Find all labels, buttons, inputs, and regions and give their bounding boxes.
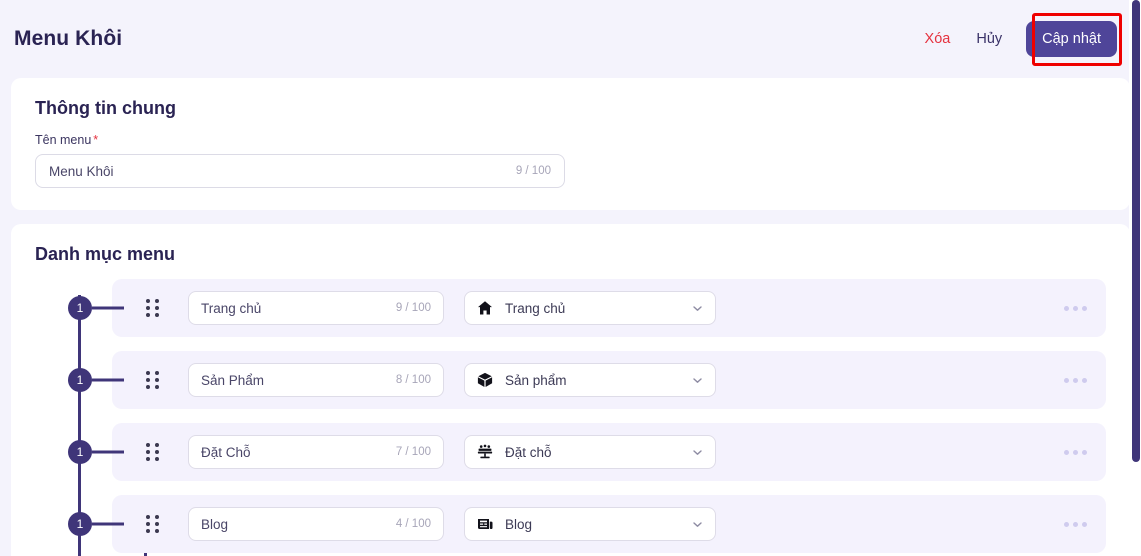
page-title: Menu Khôi [14, 27, 123, 50]
menu-row-name-counter: 8 / 100 [395, 374, 431, 386]
newspaper-icon [476, 516, 493, 533]
menu-row-name-value: Đặt Chỗ [201, 444, 251, 460]
menu-row-name-input[interactable]: Blog 4 / 100 [188, 507, 444, 541]
menu-row-name-counter: 7 / 100 [395, 446, 431, 458]
cube-icon [476, 372, 493, 389]
menu-row-type-select[interactable]: Trang chủ [464, 291, 716, 325]
menu-list-card: Danh mục menu 1 Trang chủ 9 / 100 Trang chủ… [11, 224, 1130, 556]
menu-list-title: Danh mục menu [35, 244, 176, 264]
tree-connector-line [92, 306, 124, 310]
tree-connector-line [92, 522, 124, 526]
menu-row-body: Sản Phẩm 8 / 100 Sản phẩm [112, 351, 1106, 409]
menu-row-name-value: Sản Phẩm [201, 372, 265, 388]
menu-name-value: Menu Khôi [49, 163, 114, 179]
menu-row-name-input[interactable]: Đặt Chỗ 7 / 100 [188, 435, 444, 469]
menu-name-input[interactable]: Menu Khôi 9 / 100 [35, 154, 565, 188]
tree-connector-line [92, 378, 124, 382]
chevron-down-icon [691, 302, 704, 315]
menu-row-name-counter: 4 / 100 [395, 518, 431, 530]
menu-row-type-label: Sản phẩm [505, 372, 567, 388]
menu-row-type-label: Đặt chỗ [505, 444, 552, 460]
menu-row: 1 Blog 4 / 100 Blog [35, 495, 1106, 553]
required-asterisk: * [93, 133, 99, 147]
drag-handle-icon[interactable] [146, 443, 160, 461]
menu-row-index-badge: 1 [68, 296, 92, 320]
menu-name-label-text: Tên menu [35, 133, 92, 147]
update-button[interactable]: Cập nhật [1026, 20, 1117, 58]
menu-row-body: Blog 4 / 100 Blog [112, 495, 1106, 553]
drag-handle-icon[interactable] [146, 299, 160, 317]
general-info-card: Thông tin chung Tên menu * Menu Khôi 9 / … [11, 78, 1130, 210]
menu-row-type-select[interactable]: Đặt chỗ [464, 435, 716, 469]
more-options-icon[interactable] [1058, 514, 1092, 534]
page-header: Menu Khôi Xóa Hủy Cập nhật [0, 0, 1141, 78]
home-icon [476, 300, 493, 317]
menu-row-name-input[interactable]: Trang chủ 9 / 100 [188, 291, 444, 325]
menu-row-type-select[interactable]: Blog [464, 507, 716, 541]
header-actions: Xóa Hủy Cập nhật [923, 20, 1119, 58]
menu-row-type-label: Blog [505, 516, 533, 532]
page-scrollbar-thumb[interactable] [1132, 0, 1140, 462]
more-options-icon[interactable] [1058, 298, 1092, 318]
delete-button[interactable]: Xóa [923, 27, 953, 51]
menu-row-body: Đặt Chỗ 7 / 100 Đặt chỗ [112, 423, 1106, 481]
menu-row-body: Trang chủ 9 / 100 Trang chủ [112, 279, 1106, 337]
menu-row-name-value: Trang chủ [201, 300, 262, 316]
menu-row-index-badge: 1 [68, 512, 92, 536]
more-options-icon[interactable] [1058, 370, 1092, 390]
menu-row-name-value: Blog [201, 516, 229, 532]
menu-row: 1 Đặt Chỗ 7 / 100 Đặt chỗ [35, 423, 1106, 481]
reservation-table-icon [476, 444, 493, 461]
menu-row-type-select[interactable]: Sản phẩm [464, 363, 716, 397]
tree-connector-line [92, 450, 124, 454]
menu-tree: 1 Trang chủ 9 / 100 Trang chủ 1 Sản Phẩm 8 / 1… [35, 279, 1106, 556]
more-options-icon[interactable] [1058, 442, 1092, 462]
cancel-button[interactable]: Hủy [974, 27, 1004, 51]
drag-handle-icon[interactable] [146, 515, 160, 533]
menu-row-index-badge: 1 [68, 368, 92, 392]
menu-row: 1 Trang chủ 9 / 100 Trang chủ [35, 279, 1106, 337]
menu-row: 1 Sản Phẩm 8 / 100 Sản phẩm [35, 351, 1106, 409]
menu-name-counter: 9 / 100 [515, 165, 551, 177]
menu-row-index-badge: 1 [68, 440, 92, 464]
chevron-down-icon [691, 446, 704, 459]
menu-row-type-label: Trang chủ [505, 300, 566, 316]
general-info-title: Thông tin chung [35, 98, 176, 118]
menu-row-name-counter: 9 / 100 [395, 302, 431, 314]
chevron-down-icon [691, 374, 704, 387]
page-scrollbar-track[interactable] [1129, 0, 1141, 556]
drag-handle-icon[interactable] [146, 371, 160, 389]
menu-row-name-input[interactable]: Sản Phẩm 8 / 100 [188, 363, 444, 397]
menu-name-label: Tên menu * [35, 133, 1106, 147]
chevron-down-icon [691, 518, 704, 531]
